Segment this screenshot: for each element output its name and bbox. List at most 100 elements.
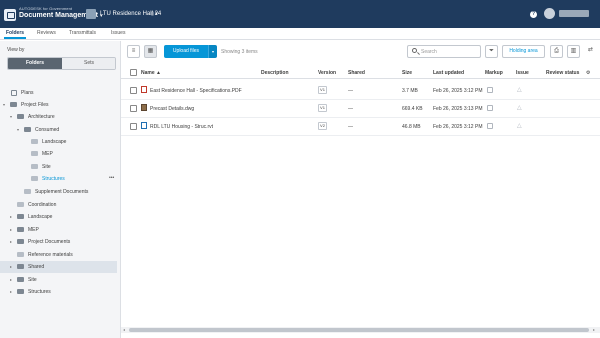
tree-item-reference-materials[interactable]: Reference materials	[0, 249, 121, 261]
tree-item-coordination[interactable]: Coordination	[0, 199, 121, 211]
tree-label: Project Documents	[28, 239, 71, 245]
tab-issues[interactable]: Issues	[111, 30, 125, 36]
file-name[interactable]: Precast Details.dwg	[150, 106, 194, 112]
markup-icon[interactable]	[487, 105, 493, 111]
chevron-down-icon[interactable]: ▾	[3, 102, 5, 107]
col-last-updated[interactable]: Last updated	[433, 70, 464, 76]
tree-label: Site	[42, 164, 51, 170]
horizontal-scrollbar[interactable]: ◂ ▸	[121, 327, 600, 333]
folder-icon	[24, 189, 31, 194]
help-icon[interactable]: ?	[530, 11, 537, 18]
more-options-icon[interactable]: •••	[109, 175, 114, 181]
tab-reviews[interactable]: Reviews	[37, 30, 56, 36]
tree-item-consumed[interactable]: ▾ Consumed	[0, 124, 121, 136]
file-name[interactable]: RDL LTU Housing - Struc.rvt	[150, 124, 213, 130]
row-checkbox[interactable]	[130, 123, 137, 130]
col-description[interactable]: Description	[261, 70, 289, 76]
tree-item-project-documents[interactable]: ▸ Project Documents	[0, 236, 121, 248]
app-switcher-icon[interactable]	[4, 9, 16, 21]
markup-icon[interactable]	[487, 87, 493, 93]
tree-item-plans[interactable]: Plans	[0, 87, 121, 99]
file-name[interactable]: East Residence Hall - Specifications.PDF	[150, 88, 242, 94]
tree-item-landscape-sub[interactable]: Landscape	[0, 136, 121, 148]
col-review-status[interactable]: Review status	[546, 70, 579, 76]
tree-label: Project Files	[21, 102, 49, 108]
row-checkbox[interactable]	[130, 105, 137, 112]
avatar[interactable]	[544, 8, 555, 19]
col-version[interactable]: Version	[318, 70, 336, 76]
chevron-right-icon[interactable]: ▸	[10, 227, 12, 232]
tab-bar: Folders Reviews Transmittals Issues	[0, 28, 600, 40]
table-row[interactable]: Precast Details.dwg V1 — 669.4 KB Feb 26…	[121, 100, 600, 118]
upload-options-chevron-icon[interactable]: ▾	[208, 45, 217, 58]
scroll-right-icon[interactable]: ▸	[593, 327, 595, 332]
last-updated: Feb 26, 2025 3:12 PM	[433, 124, 483, 130]
folder-icon	[17, 252, 24, 257]
row-checkbox[interactable]	[130, 87, 137, 94]
user-name-redacted[interactable]	[559, 10, 589, 17]
tree-item-supplement-documents[interactable]: Supplement Documents	[0, 186, 121, 198]
link-icon[interactable]: ⇄	[584, 45, 597, 58]
chevron-right-icon[interactable]: ▸	[10, 264, 12, 269]
tab-folders[interactable]: Folders	[6, 30, 24, 36]
scrollbar-thumb[interactable]	[129, 328, 589, 332]
project-menu-icon[interactable]: ▯ ▾	[151, 11, 158, 17]
tree-item-landscape[interactable]: ▸ Landscape	[0, 211, 121, 223]
scroll-left-icon[interactable]: ◂	[123, 327, 125, 332]
rvt-file-icon	[141, 122, 147, 129]
chevron-right-icon[interactable]: ▸	[10, 214, 12, 219]
issue-warning-icon[interactable]: △	[517, 86, 522, 93]
top-bar: AUTODESK for Government Document Managem…	[0, 0, 600, 28]
upload-files-button[interactable]: Upload files	[164, 45, 208, 58]
list-view-icon[interactable]: ≡	[127, 45, 140, 58]
version-badge[interactable]: V2	[318, 122, 327, 130]
folder-icon	[17, 289, 24, 294]
view-sets-button[interactable]: Sets	[62, 58, 115, 69]
issue-warning-icon[interactable]: △	[517, 104, 522, 111]
tree-item-project-files[interactable]: ▾ Project Files	[0, 99, 121, 111]
col-name[interactable]: Name ▲	[141, 70, 161, 76]
markup-icon[interactable]	[487, 123, 493, 129]
issue-warning-icon[interactable]: △	[517, 122, 522, 129]
version-badge[interactable]: V1	[318, 86, 327, 94]
tree-item-mep[interactable]: ▸ MEP	[0, 224, 121, 236]
dwg-file-icon	[141, 104, 147, 111]
folder-icon	[17, 264, 24, 269]
search-input[interactable]: Search	[407, 45, 481, 58]
chevron-right-icon[interactable]: ▸	[10, 239, 12, 244]
col-issue[interactable]: Issue	[516, 70, 529, 76]
tree-item-mep-sub[interactable]: MEP	[0, 148, 121, 160]
view-folders-button[interactable]: Folders	[8, 58, 62, 69]
chevron-right-icon[interactable]: ▸	[10, 289, 12, 294]
tree-item-architecture[interactable]: ▾ Architecture	[0, 111, 121, 123]
col-markup[interactable]: Markup	[485, 70, 503, 76]
tree-item-site-sub[interactable]: Site	[0, 161, 121, 173]
tree-item-site[interactable]: ▸ Site	[0, 274, 121, 286]
tree-item-structures[interactable]: ▸ Structures	[0, 286, 121, 298]
filter-icon[interactable]: ⏷	[485, 45, 498, 58]
col-size[interactable]: Size	[402, 70, 412, 76]
tree-item-shared[interactable]: ▸ Shared	[0, 261, 117, 273]
panel-toggle-icon[interactable]: ▥	[567, 45, 580, 58]
grid-view-icon[interactable]: ▦	[144, 45, 157, 58]
col-shared[interactable]: Shared	[348, 70, 365, 76]
export-icon[interactable]: ⎙	[550, 45, 563, 58]
tree-label: MEP	[28, 227, 39, 233]
tab-transmittals[interactable]: Transmittals	[69, 30, 96, 36]
search-placeholder: Search	[421, 49, 437, 55]
select-all-checkbox[interactable]	[130, 69, 137, 76]
chevron-right-icon[interactable]: ▸	[10, 277, 12, 282]
chevron-down-icon[interactable]: ▾	[17, 127, 19, 132]
chevron-down-icon[interactable]: ▾	[10, 114, 12, 119]
pdf-file-icon	[141, 86, 147, 93]
tree-label: Architecture	[28, 114, 55, 120]
tree-label: Consumed	[35, 127, 60, 133]
tree-label: Coordination	[28, 202, 57, 208]
table-row[interactable]: East Residence Hall - Specifications.PDF…	[121, 82, 600, 100]
column-settings-icon[interactable]: ⚙	[586, 70, 590, 76]
table-row[interactable]: RDL LTU Housing - Struc.rvt V2 — 46.8 MB…	[121, 118, 600, 136]
version-badge[interactable]: V1	[318, 104, 327, 112]
holding-area-button[interactable]: Holding area	[502, 45, 545, 58]
tree-item-structures-sub[interactable]: Structures •••	[0, 173, 121, 185]
folder-icon	[10, 102, 17, 107]
